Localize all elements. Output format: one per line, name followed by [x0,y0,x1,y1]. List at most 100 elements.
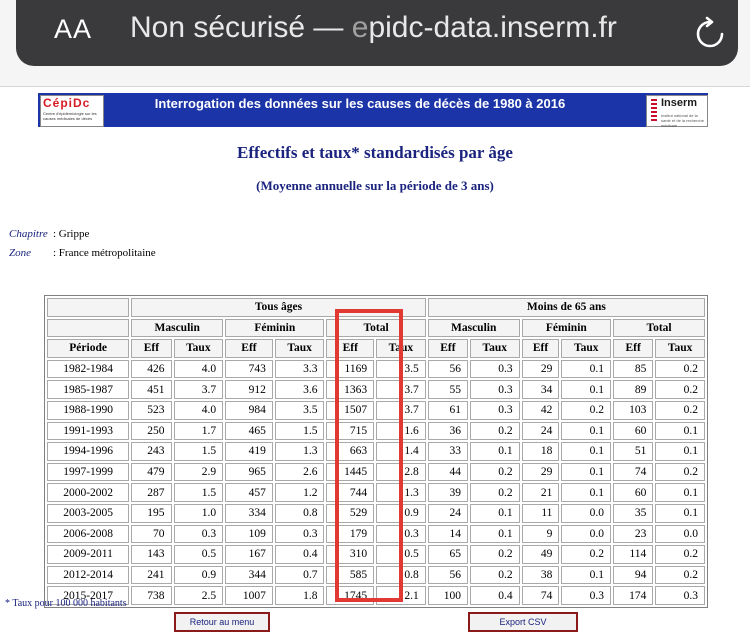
page-subtitle: (Moyenne annuelle sur la période de 3 an… [256,178,494,193]
value-cell: 0.1 [470,524,520,544]
value-cell: 0.1 [470,503,520,523]
value-cell: 715 [326,421,375,441]
value-cell: 3.7 [376,380,426,399]
value-cell: 24 [521,421,560,441]
chapitre-value: : Grippe [53,228,90,240]
value-cell: 24 [427,503,468,523]
col-taux: Taux [173,339,224,358]
value-cell: 100 [427,586,468,605]
url-display[interactable]: Non sécurisé — epidc-data.inserm.fr [130,11,617,45]
col-taux: Taux [655,339,705,358]
export-csv-button[interactable]: Export CSV [468,612,578,632]
value-cell: 1169 [326,359,375,379]
col-total: Total [326,318,426,338]
cepidc-logo[interactable]: CépiDc Centre d'épidémiologie sur les ca… [40,95,104,127]
url-domain: pidc-data.inserm.fr [368,11,617,44]
value-cell: 738 [131,586,172,605]
value-cell: 0.3 [655,586,705,605]
value-cell: 49 [521,545,560,564]
value-cell: 0.1 [561,483,612,502]
value-cell: 2.6 [274,462,325,482]
value-cell: 0.1 [561,442,612,461]
value-cell: 0.1 [655,442,705,461]
value-cell: 2.5 [173,586,224,605]
col-taux: Taux [376,339,426,358]
value-cell: 457 [225,483,273,502]
page-title: Effectifs et taux* standardisés par âge [237,143,513,162]
value-cell: 35 [613,503,654,523]
value-cell: 0.3 [274,524,325,544]
table-row: 2006-2008 70 0.3 109 0.3 179 0.3 14 0.1 9 0.0 23 0.0 [47,524,705,544]
value-cell: 250 [131,421,172,441]
value-cell: 585 [326,565,375,585]
value-cell: 0.2 [655,359,705,379]
value-cell: 18 [521,442,560,461]
table-row: 1988-1990 523 4.0 984 3.5 1507 3.7 61 0.3 42 0.2 10… [47,400,705,420]
value-cell: 0.2 [561,400,612,420]
value-cell: 0.9 [173,565,224,585]
value-cell: 3.6 [274,380,325,399]
reload-icon[interactable] [690,14,730,54]
inserm-logo-subtitle: Institut national de la santé et de la r… [661,113,704,128]
value-cell: 0.3 [470,400,520,420]
value-cell: 9 [521,524,560,544]
value-cell: 479 [131,462,172,482]
value-cell: 0.1 [655,421,705,441]
period-cell: 1988-1990 [47,400,130,420]
period-cell: 1982-1984 [47,359,130,379]
header-row-groups: Tous âges Moins de 65 ans [47,298,705,317]
chapitre-line: Chapitre: Grippe [9,228,89,240]
value-cell: 29 [521,359,560,379]
table-body: 1982-1984 426 4.0 743 3.3 1169 3.5 56 0.3 29 0.1 85… [47,359,705,605]
value-cell: 0.2 [655,565,705,585]
period-cell: 1985-1987 [47,380,130,399]
value-cell: 179 [326,524,375,544]
group-header-all-ages: Tous âges [131,298,426,317]
value-cell: 34 [521,380,560,399]
value-cell: 4.0 [173,400,224,420]
value-cell: 0.1 [561,462,612,482]
value-cell: 0.4 [274,545,325,564]
value-cell: 0.0 [655,524,705,544]
corner-cell-2 [47,318,130,338]
value-cell: 243 [131,442,172,461]
value-cell: 3.3 [274,359,325,379]
period-cell: 2012-2014 [47,565,130,585]
value-cell: 36 [427,421,468,441]
value-cell: 65 [427,545,468,564]
value-cell: 74 [613,462,654,482]
address-bar[interactable]: AA Non sécurisé — epidc-data.inserm.fr [16,0,738,66]
header-row-sex: Masculin Féminin Total Masculin Féminin … [47,318,705,338]
table-row: 2003-2005 195 1.0 334 0.8 529 0.9 24 0.1 11 0.0 35 0… [47,503,705,523]
value-cell: 33 [427,442,468,461]
period-cell: 1997-1999 [47,462,130,482]
value-cell: 0.1 [561,565,612,585]
value-cell: 0.2 [470,545,520,564]
value-cell: 167 [225,545,273,564]
value-cell: 0.1 [655,503,705,523]
value-cell: 287 [131,483,172,502]
value-cell: 744 [326,483,375,502]
back-to-menu-button[interactable]: Retour au menu [174,612,270,632]
text-size-button[interactable]: AA [54,14,92,45]
value-cell: 56 [427,565,468,585]
value-cell: 0.0 [561,503,612,523]
table-row: 2012-2014 241 0.9 344 0.7 585 0.8 56 0.2 38 0.1 94 0… [47,565,705,585]
banner-title: Interrogation des données sur les causes… [154,96,566,111]
table-row: 1985-1987 451 3.7 912 3.6 1363 3.7 55 0.3 34 0.1 89… [47,380,705,399]
value-cell: 56 [427,359,468,379]
value-cell: 0.1 [561,359,612,379]
value-cell: 0.2 [470,483,520,502]
table-row: 1982-1984 426 4.0 743 3.3 1169 3.5 56 0.3 29 0.1 85… [47,359,705,379]
value-cell: 965 [225,462,273,482]
zone-value: : France métropolitaine [53,247,156,259]
value-cell: 0.3 [173,524,224,544]
col-feminin-u65: Féminin [521,318,612,338]
security-label: Non sécurisé — [130,11,344,44]
inserm-logo[interactable]: Inserm Institut national de la santé et … [646,95,708,128]
value-cell: 1.3 [376,483,426,502]
value-cell: 0.2 [655,400,705,420]
value-cell: 60 [613,421,654,441]
value-cell: 529 [326,503,375,523]
table-row: 2009-2011 143 0.5 167 0.4 310 0.5 65 0.2 49 0.2 114… [47,545,705,564]
